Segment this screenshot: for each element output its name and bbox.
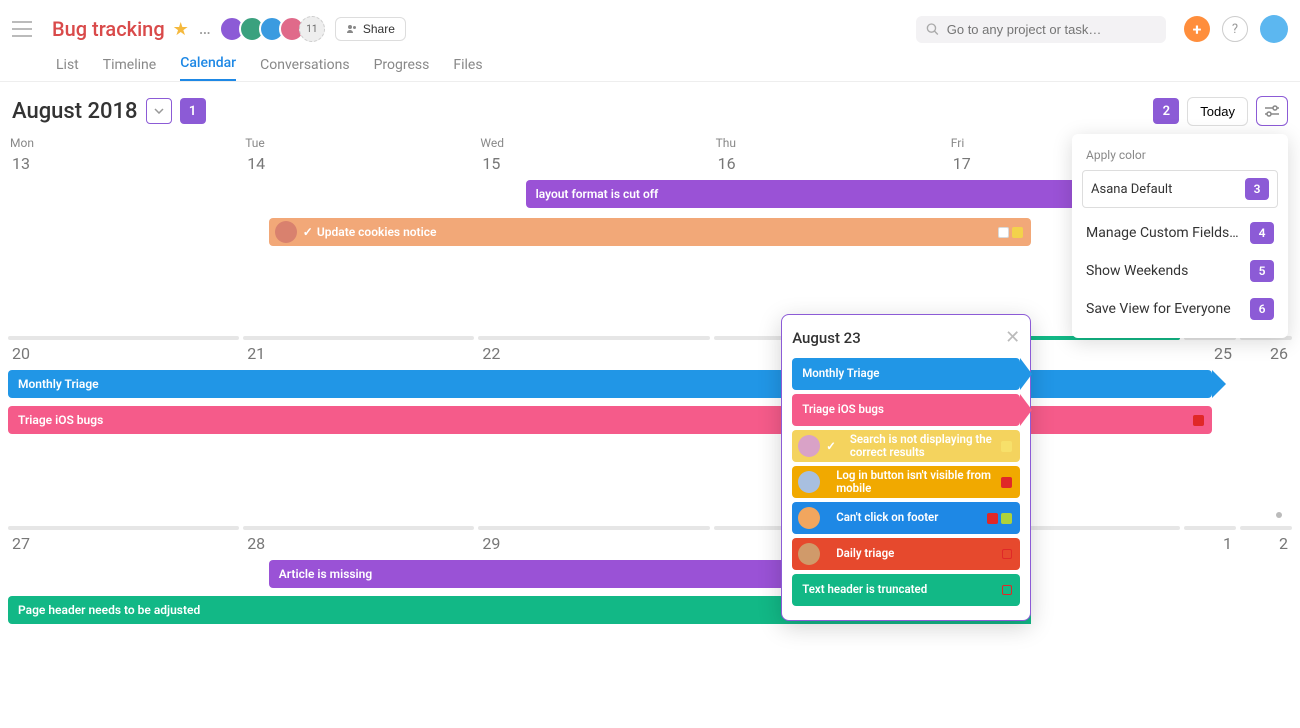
- dd-manage-custom-fields[interactable]: Manage Custom Fields… 4: [1072, 214, 1288, 252]
- tag-indicator: [1002, 585, 1012, 595]
- view-settings-dropdown: Apply color Asana Default 3 Manage Custo…: [1072, 134, 1288, 338]
- star-icon[interactable]: ★: [173, 19, 189, 40]
- project-title[interactable]: Bug tracking: [52, 17, 165, 41]
- task-label: Log in button isn't visible from mobile: [826, 469, 1001, 495]
- tag-indicator: [987, 513, 998, 524]
- avatar-overflow[interactable]: 11: [299, 16, 325, 42]
- assignee-avatar: [798, 471, 820, 493]
- dd-show-weekends[interactable]: Show Weekends 5: [1072, 252, 1288, 290]
- dd-save-view[interactable]: Save View for Everyone 6: [1072, 290, 1288, 328]
- dd-color-select[interactable]: Asana Default 3: [1082, 170, 1278, 208]
- search-input[interactable]: [947, 22, 1156, 37]
- tab-conversations[interactable]: Conversations: [260, 57, 349, 81]
- user-avatar[interactable]: [1260, 15, 1288, 43]
- task-label: Can't click on footer: [826, 511, 938, 524]
- dayhead-thu: Thu: [714, 136, 945, 150]
- search-box[interactable]: [916, 16, 1166, 43]
- filters-icon: [1264, 105, 1280, 117]
- today-button[interactable]: Today: [1187, 97, 1248, 126]
- callout-3: 3: [1245, 178, 1269, 200]
- popover-task-row[interactable]: Text header is truncated: [792, 574, 1020, 606]
- menu-icon[interactable]: [12, 21, 36, 37]
- dayhead-mon: Mon: [8, 136, 239, 150]
- tag-indicator: [1001, 441, 1012, 452]
- tag-indicator: [1001, 477, 1012, 488]
- callout-2: 2: [1153, 98, 1179, 124]
- task-label: Monthly Triage: [792, 367, 879, 380]
- more-actions-icon[interactable]: …: [199, 20, 211, 38]
- tag-indicator: [1193, 415, 1204, 426]
- check-icon: ✓: [303, 225, 313, 239]
- help-button[interactable]: ?: [1222, 16, 1248, 42]
- task-label: Triage iOS bugs: [792, 403, 884, 416]
- assignee-avatar: [798, 507, 820, 529]
- callout-4: 4: [1250, 222, 1274, 244]
- tab-timeline[interactable]: Timeline: [103, 57, 156, 81]
- tab-files[interactable]: Files: [453, 57, 482, 81]
- tag-indicator: [1002, 549, 1012, 559]
- people-icon: [346, 24, 358, 34]
- popover-task-row[interactable]: ✓ Search is not displaying the correct re…: [792, 430, 1020, 462]
- share-button[interactable]: Share: [335, 17, 406, 41]
- close-icon[interactable]: ✕: [1005, 327, 1020, 348]
- dayhead-wed: Wed: [478, 136, 709, 150]
- view-settings-button[interactable]: [1256, 96, 1288, 126]
- tag-indicator: [1001, 513, 1012, 524]
- add-button[interactable]: +: [1184, 16, 1210, 42]
- popover-task-row[interactable]: Can't click on footer: [792, 502, 1020, 534]
- popover-title: August 23: [792, 329, 861, 347]
- task-label: Daily triage: [826, 547, 894, 560]
- tab-list[interactable]: List: [56, 57, 79, 81]
- callout-6: 6: [1250, 298, 1274, 320]
- assignee-avatar: [798, 543, 820, 565]
- project-tabs: List Timeline Calendar Conversations Pro…: [0, 50, 1300, 82]
- search-icon: [926, 22, 939, 36]
- popover-task-row[interactable]: Monthly Triage: [792, 358, 1020, 390]
- tab-calendar[interactable]: Calendar: [180, 55, 236, 81]
- overflow-dot[interactable]: [1276, 512, 1282, 518]
- popover-task-row[interactable]: Triage iOS bugs: [792, 394, 1020, 426]
- month-label: August 2018: [12, 99, 138, 124]
- popover-task-row[interactable]: Log in button isn't visible from mobile: [792, 466, 1020, 498]
- popover-task-row[interactable]: Daily triage: [792, 538, 1020, 570]
- dayhead-tue: Tue: [243, 136, 474, 150]
- check-icon: ✓: [826, 439, 836, 453]
- tag-indicator: [1012, 227, 1023, 238]
- task-bar-cookies[interactable]: ✓ Update cookies notice: [269, 218, 1031, 246]
- dd-apply-color-label: Apply color: [1072, 144, 1288, 170]
- month-picker-chevron[interactable]: [146, 98, 172, 124]
- member-avatars[interactable]: 11: [225, 16, 325, 42]
- chevron-down-icon: [154, 108, 164, 114]
- callout-1: 1: [180, 98, 206, 124]
- callout-5: 5: [1250, 260, 1274, 282]
- tag-indicator: [998, 227, 1009, 238]
- tab-progress[interactable]: Progress: [374, 57, 430, 81]
- assignee-avatar: [275, 221, 297, 243]
- day-popover: August 23 ✕ Monthly Triage Triage iOS bug…: [781, 314, 1031, 621]
- task-label: Text header is truncated: [792, 583, 927, 596]
- assignee-avatar: [798, 435, 820, 457]
- task-label: Search is not displaying the correct res…: [840, 433, 1001, 459]
